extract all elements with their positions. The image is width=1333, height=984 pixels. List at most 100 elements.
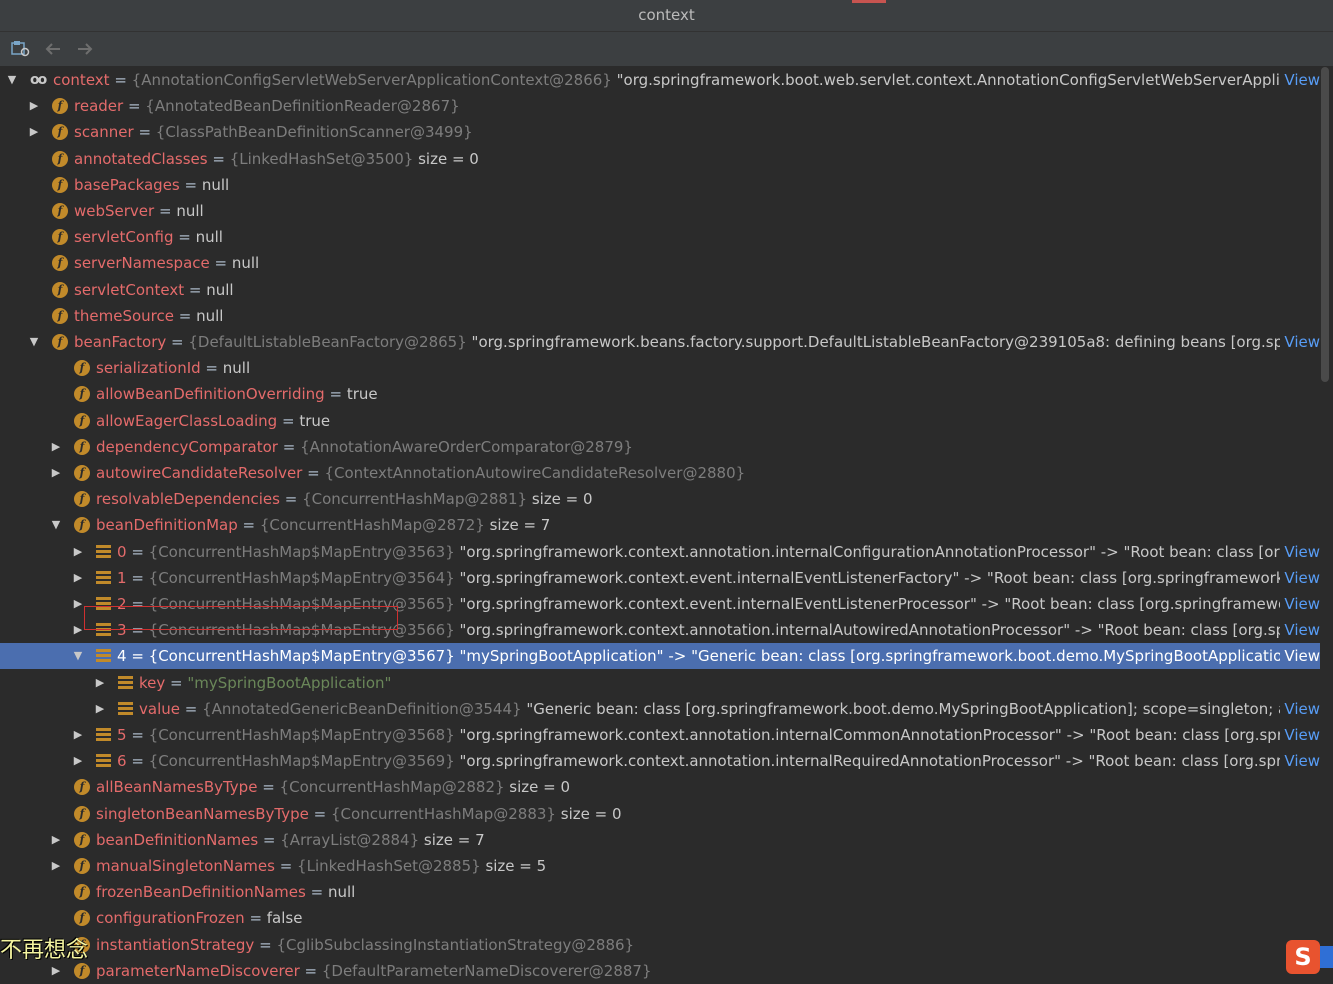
expand-arrow-icon[interactable]: ▶ <box>71 748 85 774</box>
tree-row[interactable]: f allowEagerClassLoading = true <box>0 408 1320 434</box>
tree-row[interactable]: f configurationFrozen = false <box>0 905 1320 931</box>
tree-row[interactable]: ▶ f beanDefinitionNames = {ArrayList@2884}… <box>0 827 1320 853</box>
tree-row[interactable]: ▼ f beanDefinitionMap = {ConcurrentHashMap… <box>0 512 1320 538</box>
field-icon: f <box>74 360 90 376</box>
tree-row[interactable]: f instantiationStrategy = {CglibSubclassi… <box>0 932 1320 958</box>
view-link[interactable]: View <box>1280 565 1320 591</box>
row-text: annotatedClasses = {LinkedHashSet@3500} … <box>74 146 479 172</box>
variables-tree[interactable]: ▼ oo context = {AnnotationConfigServletWeb… <box>0 67 1320 980</box>
tree-row[interactable]: ▶ f scanner = {ClassPathBeanDefinitionScan… <box>0 119 1320 145</box>
expand-arrow-icon[interactable]: ▶ <box>49 434 63 460</box>
expand-arrow-icon[interactable]: ▶ <box>49 460 63 486</box>
row-text: autowireCandidateResolver = {ContextAnno… <box>96 460 745 486</box>
collapse-arrow-icon[interactable]: ▼ <box>49 512 63 538</box>
tree-row[interactable]: f servletContext = null <box>0 277 1320 303</box>
expand-arrow-icon[interactable]: ▶ <box>49 827 63 853</box>
tree-row[interactable]: f serializationId = null <box>0 355 1320 381</box>
expand-arrow-icon[interactable]: ▶ <box>71 591 85 617</box>
equals-sign: = <box>274 857 298 875</box>
corner-logo: S <box>1286 940 1320 974</box>
tree-row[interactable]: f themeSource = null <box>0 303 1320 329</box>
object-class: {LinkedHashSet@3500} <box>229 150 414 168</box>
equals-sign: = <box>254 936 277 954</box>
view-link[interactable]: View <box>1280 539 1320 565</box>
view-link[interactable]: View <box>1280 696 1320 722</box>
tree-row[interactable]: f allBeanNamesByType = {ConcurrentHashMap… <box>0 774 1320 800</box>
variable-value: size = 5 <box>480 857 547 875</box>
view-link[interactable]: View <box>1280 748 1320 774</box>
field-icon: f <box>74 832 90 848</box>
tree-row[interactable]: ▶ key = "mySpringBootApplication" <box>0 670 1320 696</box>
object-class: {ConcurrentHashMap@2883} <box>331 805 556 823</box>
row-text: reader = {AnnotatedBeanDefinitionReader@… <box>74 93 460 119</box>
expand-arrow-icon[interactable]: ▶ <box>71 722 85 748</box>
map-entry-icon <box>96 545 111 559</box>
collapse-arrow-icon[interactable]: ▼ <box>27 329 41 355</box>
tree-row[interactable]: ▶ 1 = {ConcurrentHashMap$MapEntry@3564} "… <box>0 565 1320 591</box>
expand-arrow-icon[interactable]: ▶ <box>93 696 107 722</box>
view-link[interactable]: View <box>1280 591 1320 617</box>
collapse-arrow-icon[interactable]: ▼ <box>5 67 19 93</box>
expand-arrow-icon[interactable]: ▶ <box>27 93 41 119</box>
row-text: beanDefinitionNames = {ArrayList@2884} s… <box>96 827 485 853</box>
view-link[interactable]: View <box>1280 67 1320 93</box>
variable-name: singletonBeanNamesByType <box>96 805 309 823</box>
tree-row[interactable]: f allowBeanDefinitionOverriding = true <box>0 381 1320 407</box>
collapse-arrow-icon[interactable]: ▼ <box>71 643 85 669</box>
row-text: servletContext = null <box>74 277 234 303</box>
tree-row[interactable]: f servletConfig = null <box>0 224 1320 250</box>
back-arrow-icon[interactable] <box>42 38 64 60</box>
equals-sign: = <box>305 883 328 901</box>
tree-row[interactable]: ▼ 4 = {ConcurrentHashMap$MapEntry@3567} "… <box>0 643 1320 669</box>
tree-row[interactable]: ▶ f manualSingletonNames = {LinkedHashSet@… <box>0 853 1320 879</box>
string-value: "mySpringBootApplication" <box>187 674 392 692</box>
tree-row[interactable]: f frozenBeanDefinitionNames = null <box>0 879 1320 905</box>
tree-row[interactable]: ▶ 6 = {ConcurrentHashMap$MapEntry@3569} "… <box>0 748 1320 774</box>
object-class: {DefaultListableBeanFactory@2865} <box>188 333 467 351</box>
expand-arrow-icon[interactable]: ▶ <box>71 617 85 643</box>
tree-row[interactable]: f serverNamespace = null <box>0 250 1320 276</box>
expand-arrow-icon[interactable]: ▶ <box>71 539 85 565</box>
row-text: beanDefinitionMap = {ConcurrentHashMap@2… <box>96 512 550 538</box>
equals-sign: = <box>126 752 149 770</box>
variable-name: 4 <box>117 647 127 665</box>
watch-icon[interactable] <box>10 38 32 60</box>
row-text: allowBeanDefinitionOverriding = true <box>96 381 378 407</box>
view-link[interactable]: View <box>1280 329 1320 355</box>
field-icon: f <box>74 491 90 507</box>
tree-row[interactable]: ▶ 5 = {ConcurrentHashMap$MapEntry@3568} "… <box>0 722 1320 748</box>
tree-row[interactable]: ▼ f beanFactory = {DefaultListableBeanFact… <box>0 329 1320 355</box>
field-icon: f <box>74 806 90 822</box>
tree-row[interactable]: f resolvableDependencies = {ConcurrentHas… <box>0 486 1320 512</box>
tree-row[interactable]: ▶ f autowireCandidateResolver = {ContextAn… <box>0 460 1320 486</box>
row-text: configurationFrozen = false <box>96 905 302 931</box>
expand-arrow-icon[interactable]: ▶ <box>93 670 107 696</box>
equals-sign: = <box>209 254 232 272</box>
view-link[interactable]: View <box>1280 643 1320 669</box>
row-text: servletConfig = null <box>74 224 223 250</box>
tree-row[interactable]: ▶ 0 = {ConcurrentHashMap$MapEntry@3563} "… <box>0 539 1320 565</box>
forward-arrow-icon[interactable] <box>74 38 96 60</box>
tree-row[interactable]: ▶ value = {AnnotatedGenericBeanDefinition… <box>0 696 1320 722</box>
tree-row[interactable]: f webServer = null <box>0 198 1320 224</box>
expand-arrow-icon[interactable]: ▶ <box>27 119 41 145</box>
tree-row[interactable]: ▶ f dependencyComparator = {AnnotationAwar… <box>0 434 1320 460</box>
view-link[interactable]: View <box>1280 617 1320 643</box>
expand-arrow-icon[interactable]: ▶ <box>49 853 63 879</box>
variable-name: themeSource <box>74 307 174 325</box>
tree-row[interactable]: f basePackages = null <box>0 172 1320 198</box>
expand-arrow-icon[interactable]: ▶ <box>71 565 85 591</box>
tree-row[interactable]: ▼ oo context = {AnnotationConfigServletWeb… <box>0 67 1320 93</box>
tree-row[interactable]: ▶ f parameterNameDiscoverer = {DefaultPara… <box>0 958 1320 984</box>
variable-value: null <box>327 883 356 901</box>
view-link[interactable]: View <box>1280 722 1320 748</box>
variable-value: "org.springframework.boot.web.servlet.co… <box>611 71 1320 89</box>
variable-name: key <box>139 674 166 692</box>
equals-sign: = <box>126 726 149 744</box>
tree-row[interactable]: f singletonBeanNamesByType = {ConcurrentH… <box>0 801 1320 827</box>
vertical-scrollbar[interactable] <box>1321 67 1329 382</box>
variable-value: "Generic bean: class [org.springframewor… <box>521 700 1320 718</box>
tree-row[interactable]: ▶ f reader = {AnnotatedBeanDefinitionReade… <box>0 93 1320 119</box>
tree-row[interactable]: f annotatedClasses = {LinkedHashSet@3500}… <box>0 146 1320 172</box>
equals-sign: = <box>173 307 197 325</box>
